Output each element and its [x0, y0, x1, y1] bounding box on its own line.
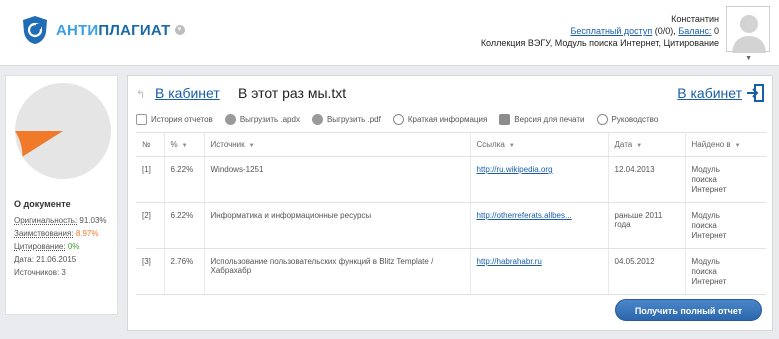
- avatar[interactable]: [726, 6, 770, 53]
- row-number: [1]: [136, 156, 165, 203]
- exit-arrow-icon[interactable]: [746, 84, 764, 102]
- date-value: 21.06.2015: [36, 255, 77, 264]
- row-source[interactable]: Windows-1251: [204, 156, 471, 203]
- user-info: Константин Бесплатный доступ (0/0), Бала…: [481, 13, 719, 49]
- row-number: [2]: [136, 202, 165, 249]
- col-header-number: №: [136, 132, 165, 157]
- row-date: 04.05.2012: [608, 248, 686, 295]
- help-icon: [596, 113, 608, 125]
- logo[interactable]: АНТИПЛАГИАТ ▾: [22, 15, 185, 45]
- brand-part2: ПЛАГИАТ: [98, 21, 171, 39]
- back-arrow-icon[interactable]: ↰: [136, 88, 148, 101]
- guide-button[interactable]: Руководство: [596, 113, 659, 125]
- row-date: раньше 2011 года: [608, 202, 686, 249]
- document-summary-panel: О документе Оригинальность: 91.03% Заимс…: [5, 75, 118, 315]
- free-access-link[interactable]: Бесплатный доступ: [570, 26, 652, 36]
- sort-icon[interactable]: ▼: [509, 143, 515, 149]
- row-percent: 6.22%: [164, 202, 205, 249]
- col-header-percent[interactable]: % ▼: [164, 132, 205, 157]
- shield-logo-icon: [23, 16, 47, 44]
- row-date: 12.04.2013: [608, 156, 686, 203]
- row-percent: 2.76%: [164, 248, 205, 295]
- export-apdx-label: Выгрузить .apdx: [239, 114, 300, 124]
- originality-pie-chart: [15, 83, 111, 179]
- report-toolbar: История отчетов Выгрузить .apdx Выгрузит…: [136, 110, 764, 128]
- brief-info-label: Краткая информация: [407, 114, 488, 124]
- brand-part1: АНТИ: [56, 21, 99, 39]
- history-label: История отчетов: [151, 114, 213, 124]
- document-stats: Оригинальность: 91.03% Заимствования: 8.…: [14, 214, 107, 279]
- sources-label: Источников:: [14, 268, 60, 277]
- report-filename: В этот раз мы.txt: [238, 85, 347, 101]
- report-panel: ↰ В кабинет В этот раз мы.txt В кабинет …: [127, 75, 773, 331]
- col-header-date[interactable]: Дата ▼: [608, 132, 686, 157]
- document-icon: [136, 113, 147, 125]
- table-row[interactable]: [1] 6.22% Windows-1251 http://ru.wikiped…: [136, 156, 766, 203]
- brief-info-button[interactable]: Краткая информация: [392, 113, 488, 125]
- balance-link[interactable]: Баланс:: [678, 26, 711, 36]
- row-source[interactable]: Информатика и информационные ресурсы: [204, 202, 471, 249]
- row-found-in: Модуль поиска Интернет: [685, 202, 766, 249]
- export-pdf-label: Выгрузить .pdf: [326, 114, 381, 124]
- originality-value: 91.03%: [79, 216, 107, 225]
- citation-label: Цитирование:: [14, 242, 66, 251]
- guide-label: Руководство: [611, 114, 659, 124]
- table-row[interactable]: [3] 2.76% Использование пользовательских…: [136, 248, 766, 295]
- row-link[interactable]: http://habrahabr.ru: [477, 257, 542, 266]
- user-silhouette-icon: [732, 15, 766, 53]
- user-name: Константин: [671, 14, 719, 24]
- print-version-button[interactable]: Версия для печати: [499, 113, 585, 125]
- row-link[interactable]: http://otherreferats.allbes...: [477, 211, 572, 220]
- get-full-report-button[interactable]: Получить полный отчет: [615, 299, 762, 321]
- free-access-value: (0/0),: [654, 26, 676, 36]
- sort-icon[interactable]: ▼: [249, 143, 255, 149]
- originality-label: Оригинальность:: [14, 216, 78, 225]
- row-found-in: Модуль поиска Интернет: [685, 248, 766, 295]
- info-icon: [392, 113, 404, 125]
- export-apdx-button[interactable]: Выгрузить .apdx: [224, 113, 300, 125]
- borrowing-label: Заимствования:: [14, 229, 74, 238]
- avatar-menu-caret-icon[interactable]: ▼: [745, 55, 752, 62]
- row-percent: 6.22%: [164, 156, 205, 203]
- cabinet-link[interactable]: В кабинет: [155, 85, 220, 101]
- sources-table: № % ▼ Источник ▼ Ссылка ▼ Дата ▼ Найдено в ▼ …: [136, 132, 766, 295]
- top-bar: АНТИПЛАГИАТ ▾ Константин Бесплатный дост…: [0, 0, 779, 66]
- balance-value: 0: [713, 26, 719, 36]
- row-found-in: Модуль поиска Интернет: [685, 156, 766, 203]
- borrowing-value: 8.97%: [75, 229, 99, 238]
- col-header-found-in[interactable]: Найдено в ▼: [685, 132, 766, 157]
- report-header: ↰ В кабинет В этот раз мы.txt В кабинет: [136, 84, 764, 106]
- history-button[interactable]: История отчетов: [136, 113, 213, 125]
- row-link[interactable]: http://ru.wikipedia.org: [477, 165, 553, 174]
- export-pdf-button[interactable]: Выгрузить .pdf: [311, 113, 381, 125]
- row-source[interactable]: Использование пользовательских функций в…: [204, 248, 471, 295]
- document-section-title: О документе: [14, 199, 71, 209]
- table-row[interactable]: [2] 6.22% Информатика и информационные р…: [136, 202, 766, 249]
- collections-text: Коллекция ВЭГУ, Модуль поиска Интернет, …: [480, 38, 719, 48]
- sources-value: 3: [61, 268, 66, 277]
- cabinet-link-right[interactable]: В кабинет: [677, 85, 742, 101]
- printer-icon: [499, 113, 511, 125]
- sort-icon[interactable]: ▼: [735, 143, 741, 149]
- cloud-download-icon: [311, 113, 323, 125]
- print-version-label: Версия для печати: [514, 114, 585, 124]
- cloud-download-icon: [224, 113, 236, 125]
- chevron-down-icon[interactable]: ▾: [174, 25, 185, 35]
- row-number: [3]: [136, 248, 165, 295]
- col-header-source[interactable]: Источник ▼: [204, 132, 471, 157]
- citation-value: 0%: [67, 242, 80, 251]
- date-label: Дата:: [14, 255, 34, 264]
- col-header-link[interactable]: Ссылка ▼: [470, 132, 609, 157]
- table-header-row: № % ▼ Источник ▼ Ссылка ▼ Дата ▼ Найдено в ▼: [136, 132, 766, 157]
- sort-icon[interactable]: ▼: [636, 143, 642, 149]
- sort-icon[interactable]: ▼: [182, 143, 188, 149]
